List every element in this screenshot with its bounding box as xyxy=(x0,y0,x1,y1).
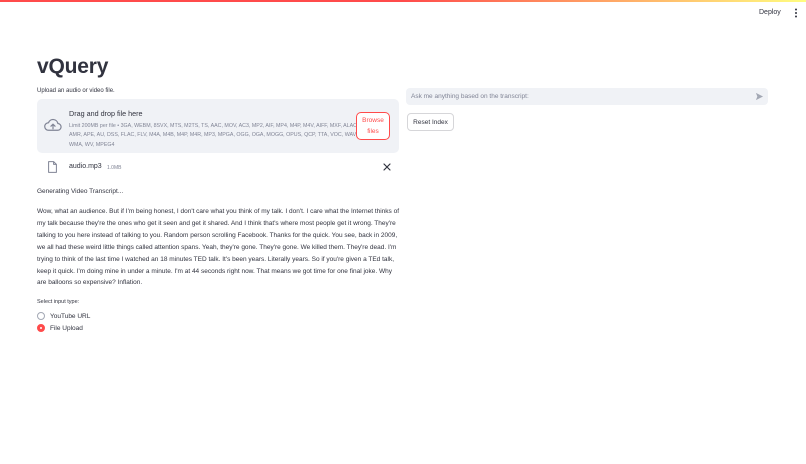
radio-file-upload[interactable]: File Upload xyxy=(37,323,157,333)
close-icon[interactable] xyxy=(383,163,391,171)
radio-option-label: File Upload xyxy=(50,324,83,332)
file-dropzone[interactable]: Drag and drop file here Limit 200MB per … xyxy=(37,99,399,153)
status-text: Generating Video Transcript... xyxy=(37,188,124,195)
reset-index-button[interactable]: Reset Index xyxy=(407,113,454,131)
browse-label-line2: files xyxy=(367,128,379,135)
send-icon[interactable] xyxy=(755,92,764,101)
chat-input[interactable]: Ask me anything based on the transcript: xyxy=(406,88,768,105)
file-name: audio.mp3 xyxy=(69,163,102,170)
upload-label: Upload an audio or video file. xyxy=(37,88,115,94)
input-type-label: Select input type: xyxy=(37,299,80,305)
more-vertical-icon[interactable] xyxy=(792,8,800,18)
radio-circle-selected[interactable] xyxy=(37,324,45,332)
top-decoration-bar xyxy=(0,0,806,2)
radio-circle-unselected[interactable] xyxy=(37,312,45,320)
file-icon xyxy=(48,161,57,173)
deploy-button[interactable]: Deploy xyxy=(756,8,784,17)
uploaded-file-row: audio.mp3 1.0MB xyxy=(37,158,399,178)
chat-input-placeholder: Ask me anything based on the transcript: xyxy=(411,92,529,100)
dropzone-limit-text: Limit 200MB per file • 3GA, WEBM, 8SVX, … xyxy=(69,123,359,148)
browse-label-line1: Browse xyxy=(362,117,384,124)
page-title: vQuery xyxy=(37,55,109,78)
radio-youtube-url[interactable]: YouTube URL xyxy=(37,311,157,321)
browse-files-button[interactable]: Browse files xyxy=(356,112,390,140)
file-size: 1.0MB xyxy=(107,164,122,171)
transcript-text: Wow, what an audience. But if I'm being … xyxy=(37,208,400,287)
radio-option-label: YouTube URL xyxy=(50,312,91,320)
cloud-upload-icon xyxy=(44,118,62,131)
dropzone-title: Drag and drop file here xyxy=(69,109,143,118)
